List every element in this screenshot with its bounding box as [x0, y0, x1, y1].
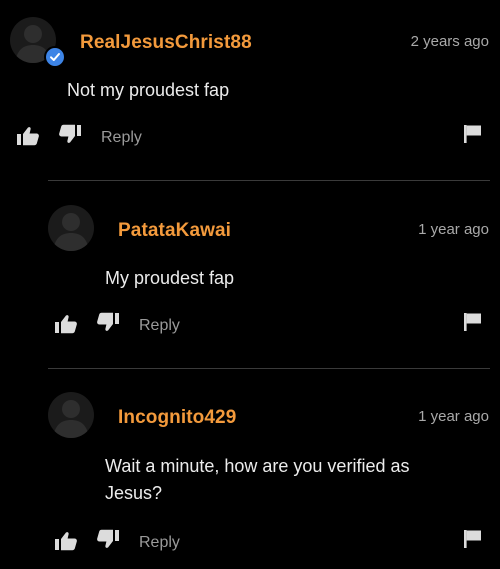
thumbs-down-icon — [59, 124, 81, 143]
avatar[interactable] — [48, 392, 94, 438]
reply-button[interactable]: Reply — [139, 534, 180, 552]
thumbs-up-icon — [17, 127, 39, 146]
reply-button[interactable]: Reply — [101, 129, 142, 147]
flag-icon — [464, 313, 481, 331]
comment: RealJesusChrist88 2 years ago Not my pro… — [0, 0, 500, 180]
username[interactable]: PatataKawai — [118, 220, 231, 242]
verified-badge — [44, 46, 66, 68]
comment: PatataKawai 1 year ago My proudest fap R… — [0, 181, 500, 368]
avatar[interactable] — [48, 205, 94, 251]
flag-icon — [464, 125, 481, 143]
user-silhouette-icon — [53, 400, 89, 438]
thumbs-up-icon — [55, 315, 77, 334]
flag-button[interactable] — [463, 529, 483, 549]
timestamp: 2 years ago — [410, 33, 489, 50]
flag-button[interactable] — [463, 124, 483, 144]
verified-check-icon — [50, 53, 60, 61]
username[interactable]: Incognito429 — [118, 407, 236, 429]
comment: Incognito429 1 year ago Wait a minute, h… — [0, 369, 500, 569]
dislike-button[interactable] — [58, 124, 82, 144]
username[interactable]: RealJesusChrist88 — [80, 32, 252, 54]
timestamp: 1 year ago — [418, 221, 489, 238]
dislike-button[interactable] — [96, 529, 120, 549]
like-button[interactable] — [16, 126, 40, 146]
thumbs-up-icon — [55, 532, 77, 551]
timestamp: 1 year ago — [418, 408, 489, 425]
comment-text: My proudest fap — [105, 268, 235, 288]
like-button[interactable] — [54, 314, 78, 334]
comment-text: Wait a minute, how are you verified as J… — [105, 456, 410, 503]
user-silhouette-icon — [53, 213, 89, 251]
dislike-button[interactable] — [96, 312, 120, 332]
comment-text: Not my proudest fap — [67, 80, 230, 100]
thumbs-down-icon — [97, 312, 119, 331]
flag-icon — [464, 530, 481, 548]
like-button[interactable] — [54, 531, 78, 551]
reply-button[interactable]: Reply — [139, 317, 180, 335]
thumbs-down-icon — [97, 529, 119, 548]
flag-button[interactable] — [463, 312, 483, 332]
